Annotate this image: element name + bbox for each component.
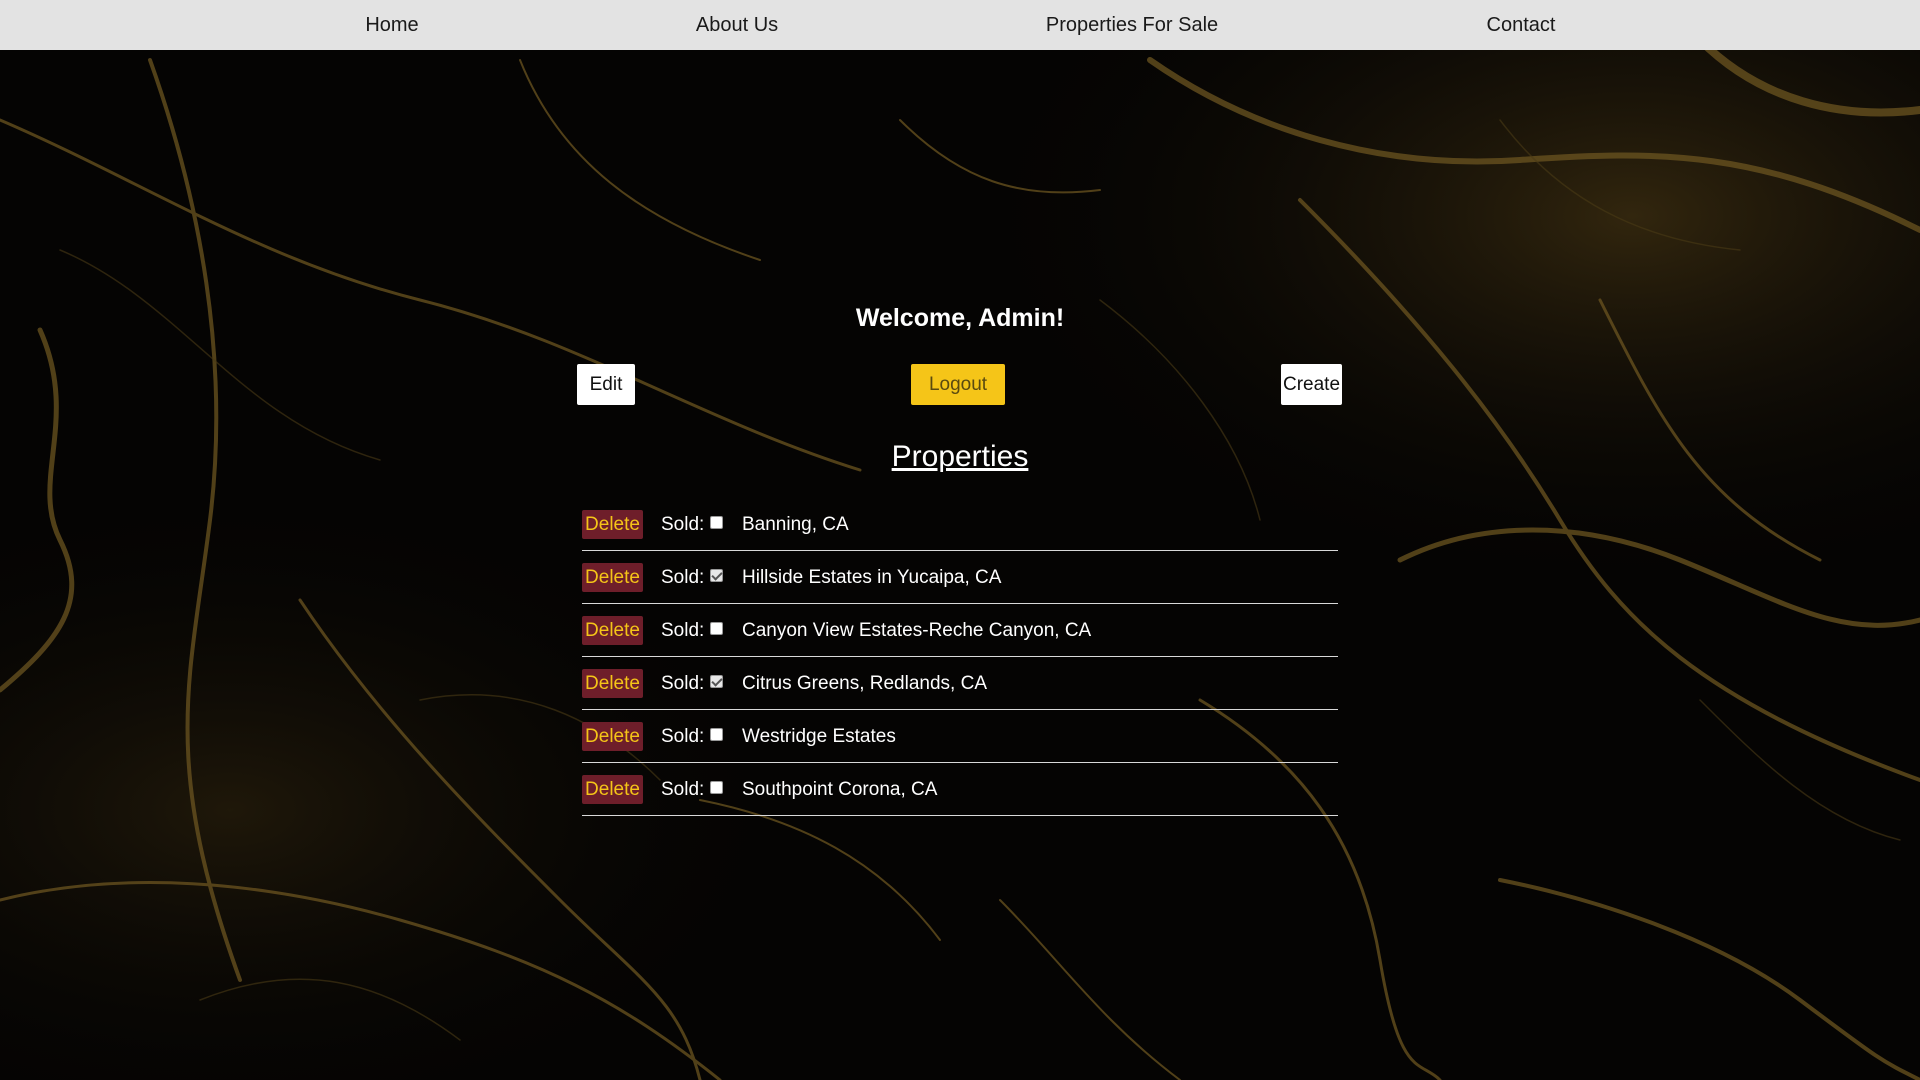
property-name: Hillside Estates in Yucaipa, CA [742,567,1002,588]
property-name: Southpoint Corona, CA [742,779,938,800]
sold-checkbox[interactable] [710,728,723,741]
property-name: Citrus Greens, Redlands, CA [742,673,987,694]
logout-button[interactable]: Logout [911,364,1005,405]
sold-label: Sold: [661,567,705,588]
create-button[interactable]: Create [1281,364,1342,405]
sold-checkbox[interactable] [710,622,723,635]
edit-button[interactable]: Edit [577,364,635,405]
property-row: Delete Sold: Westridge Estates [582,710,1338,763]
property-row: Delete Sold: Hillside Estates in Yucaipa… [582,551,1338,604]
delete-button[interactable]: Delete [582,510,643,539]
property-name: Banning, CA [742,514,849,535]
nav-properties-link[interactable]: Properties For Sale [1046,0,1218,50]
property-name: Canyon View Estates-Reche Canyon, CA [742,620,1092,641]
delete-button[interactable]: Delete [582,722,643,751]
sold-label: Sold: [661,673,705,694]
property-row: Delete Sold: Canyon View Estates-Reche C… [582,604,1338,657]
property-row: Delete Sold: Southpoint Corona, CA [582,763,1338,816]
sold-checkbox[interactable] [710,675,723,688]
nav-about-link[interactable]: About Us [696,0,778,50]
sold-label: Sold: [661,514,705,535]
admin-dashboard: Welcome, Admin! Edit Logout Create Prope… [0,0,1920,1080]
sold-label: Sold: [661,779,705,800]
property-name: Westridge Estates [742,726,896,747]
sold-label: Sold: [661,620,705,641]
sold-checkbox[interactable] [710,569,723,582]
nav-home-link[interactable]: Home [365,0,418,50]
delete-button[interactable]: Delete [582,563,643,592]
welcome-heading: Welcome, Admin! [855,304,1065,332]
properties-list: Delete Sold: Banning, CA Delete Sold: Hi… [582,498,1338,816]
delete-button[interactable]: Delete [582,669,643,698]
sold-checkbox[interactable] [710,781,723,794]
properties-heading: Properties [891,440,1029,473]
delete-button[interactable]: Delete [582,775,643,804]
nav-contact-link[interactable]: Contact [1487,0,1556,50]
sold-label: Sold: [661,726,705,747]
property-row: Delete Sold: Citrus Greens, Redlands, CA [582,657,1338,710]
sold-checkbox[interactable] [710,516,723,529]
property-row: Delete Sold: Banning, CA [582,498,1338,551]
delete-button[interactable]: Delete [582,616,643,645]
top-navbar: Home About Us Properties For Sale Contac… [0,0,1920,50]
